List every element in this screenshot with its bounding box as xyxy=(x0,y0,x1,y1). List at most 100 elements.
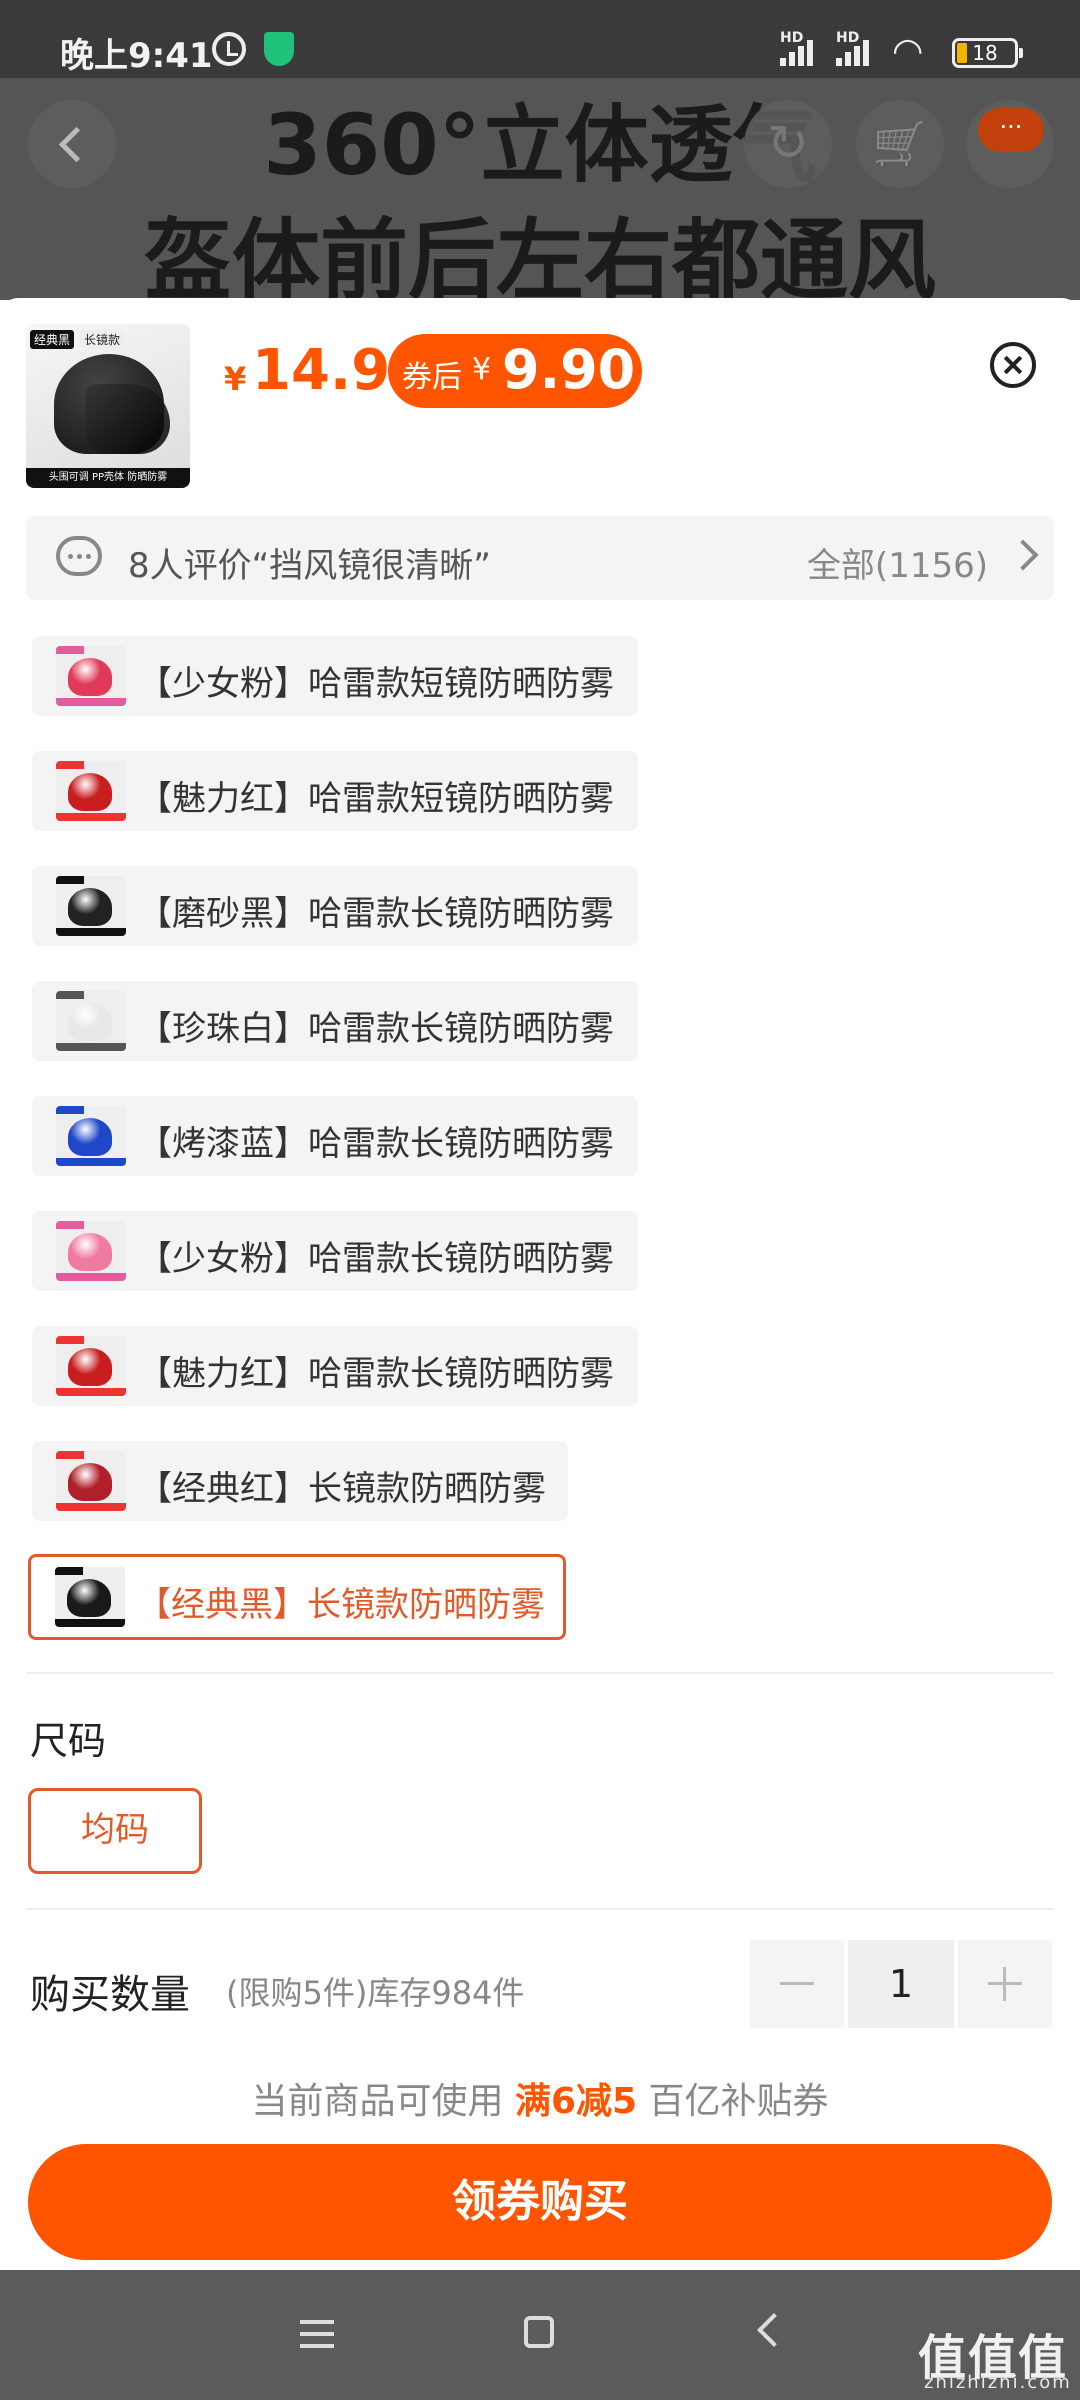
coupon-price: 9.90 xyxy=(502,338,636,401)
thumb-footer: 头围可调 PP壳体 防晒防雾 xyxy=(26,468,190,488)
helmet-thumbnail xyxy=(56,1336,126,1396)
helmet-thumbnail xyxy=(56,646,126,706)
status-time: 晚上9:41 xyxy=(60,36,213,76)
back-button[interactable] xyxy=(28,100,116,188)
chat-bubble-icon xyxy=(56,536,102,576)
helmet-thumbnail xyxy=(56,1451,126,1511)
helmet-thumbnail xyxy=(56,991,126,1051)
helmet-thumbnail xyxy=(56,761,126,821)
minus-button[interactable] xyxy=(750,1940,844,2028)
style-option-label: 【经典黑】长镜款防晒防雾 xyxy=(137,1585,545,1625)
style-option-label: 【少女粉】哈雷款长镜防晒防雾 xyxy=(138,1239,614,1279)
style-option-label: 【珍珠白】哈雷款长镜防晒防雾 xyxy=(138,1009,614,1049)
battery-indicator: 18 xyxy=(952,38,1023,68)
coupon-promo-line: 当前商品可使用 满6减5 百亿补贴券 xyxy=(0,2072,1080,2124)
style-option-label: 【少女粉】哈雷款短镜防晒防雾 xyxy=(138,664,614,704)
thumb-footbar xyxy=(56,1273,126,1281)
review-summary-bar[interactable]: 8人评价“挡风镜很清晰” 全部(1156) xyxy=(26,516,1054,600)
thumb-footbar xyxy=(56,698,126,706)
review-all-link[interactable]: 全部(1156) xyxy=(807,538,988,587)
thumb-tagbar xyxy=(56,991,84,999)
thumb-footbar xyxy=(56,813,126,821)
thumb-footbar xyxy=(56,928,126,936)
style-option-chip[interactable]: 【烤漆蓝】哈雷款长镜防晒防雾 xyxy=(32,1096,638,1176)
coupon-label: 券后 xyxy=(402,360,462,395)
quantity-limit-note: (限购5件)库存984件 xyxy=(226,1974,525,2012)
cart-icon[interactable] xyxy=(856,100,944,188)
plus-button[interactable] xyxy=(958,1940,1052,2028)
home-icon[interactable] xyxy=(524,2316,554,2348)
thumb-tagbar xyxy=(56,646,84,654)
thumb-tagbar xyxy=(55,1567,83,1575)
chevron-right-icon xyxy=(1007,539,1039,571)
thumb-tagbar xyxy=(56,1106,84,1114)
style-option-label: 【磨砂黑】哈雷款长镜防晒防雾 xyxy=(138,894,614,934)
style-option-chip[interactable]: 【经典黑】长镜款防晒防雾 xyxy=(28,1554,566,1640)
helmet-image xyxy=(68,1233,112,1271)
style-option-label: 【烤漆蓝】哈雷款长镜防晒防雾 xyxy=(138,1124,614,1164)
more-badge: ··· xyxy=(978,108,1044,152)
thumb-tagbar xyxy=(56,1336,84,1344)
watermark-url: zhizhizhi.com xyxy=(924,2372,1072,2393)
promo-suffix: 百亿补贴券 xyxy=(637,2081,829,2122)
style-option-chip[interactable]: 【少女粉】哈雷款长镜防晒防雾 xyxy=(32,1211,638,1291)
helmet-image xyxy=(68,1003,112,1041)
helmet-thumbnail xyxy=(56,1221,126,1281)
thumb-footbar xyxy=(56,1388,126,1396)
close-icon[interactable] xyxy=(990,342,1036,388)
style-option-chip[interactable]: 【珍珠白】哈雷款长镜防晒防雾 xyxy=(32,981,638,1061)
promo-highlight: 满6减5 xyxy=(514,2081,638,2122)
promo-prefix: 当前商品可使用 xyxy=(251,2081,515,2122)
style-option-chip[interactable]: 【磨砂黑】哈雷款长镜防晒防雾 xyxy=(32,866,638,946)
style-option-label: 【魅力红】哈雷款长镜防晒防雾 xyxy=(138,1354,614,1394)
helmet-thumbnail xyxy=(55,1567,125,1627)
size-section-title: 尺码 xyxy=(30,1719,107,1763)
coupon-price-badge: 券后 ¥ 9.90 xyxy=(388,334,642,408)
helmet-image xyxy=(67,1579,111,1617)
price-value: 14.9 xyxy=(252,338,391,403)
visor-image xyxy=(86,384,170,454)
style-option-label: 【魅力红】哈雷款短镜防晒防雾 xyxy=(138,779,614,819)
quantity-title: 购买数量 xyxy=(30,1972,190,2018)
menu-icon[interactable] xyxy=(300,2320,334,2348)
security-shield-icon xyxy=(264,32,294,66)
thumb-tagbar xyxy=(56,1451,84,1459)
helmet-image xyxy=(68,1463,112,1501)
claim-coupon-buy-button[interactable]: 领券购买 xyxy=(28,2144,1052,2260)
product-thumbnail[interactable]: 经典黑 长镜款 头围可调 PP壳体 防晒防雾 xyxy=(26,324,190,488)
price-symbol: ¥ xyxy=(224,360,247,398)
divider xyxy=(26,1908,1054,1910)
style-option-chip[interactable]: 【经典红】长镜款防晒防雾 xyxy=(32,1441,568,1521)
thumb-footbar xyxy=(56,1158,126,1166)
divider xyxy=(26,1672,1054,1674)
wifi-icon: ◠ xyxy=(892,31,924,72)
size-option-chip[interactable]: 均码 xyxy=(28,1788,202,1874)
helmet-image xyxy=(68,658,112,696)
helmet-image xyxy=(68,1118,112,1156)
banner-subheadline: 盔体前后左右都通风 xyxy=(143,209,936,300)
helmet-thumbnail xyxy=(56,876,126,936)
thumb-tag: 经典黑 xyxy=(30,330,75,349)
status-bar: 晚上9:41 HD HD ◠ 18 xyxy=(0,0,1080,78)
thumb-tagbar xyxy=(56,761,84,769)
thumb-footbar xyxy=(56,1043,126,1051)
share-icon[interactable] xyxy=(744,100,832,188)
helmet-thumbnail xyxy=(56,1106,126,1166)
signal-icon xyxy=(778,36,818,66)
nav-back-icon[interactable] xyxy=(757,2313,791,2347)
thumb-footbar xyxy=(56,1503,126,1511)
coupon-symbol: ¥ xyxy=(472,352,492,387)
more-button[interactable]: ··· xyxy=(966,100,1054,188)
quantity-stepper: 1 xyxy=(750,1940,1052,2028)
alarm-icon xyxy=(212,32,246,66)
quantity-value[interactable]: 1 xyxy=(848,1940,954,2028)
style-option-chip[interactable]: 【魅力红】哈雷款短镜防晒防雾 xyxy=(32,751,638,831)
thumb-tagbar xyxy=(56,1221,84,1229)
style-option-chip[interactable]: 【魅力红】哈雷款长镜防晒防雾 xyxy=(32,1326,638,1406)
thumb-tagbar xyxy=(56,876,84,884)
style-option-label: 【经典红】长镜款防晒防雾 xyxy=(138,1469,546,1509)
style-option-chip[interactable]: 【少女粉】哈雷款短镜防晒防雾 xyxy=(32,636,638,716)
helmet-image xyxy=(68,1348,112,1386)
helmet-image xyxy=(68,773,112,811)
review-snippet: 8人评价“挡风镜很清晰” xyxy=(128,546,491,586)
